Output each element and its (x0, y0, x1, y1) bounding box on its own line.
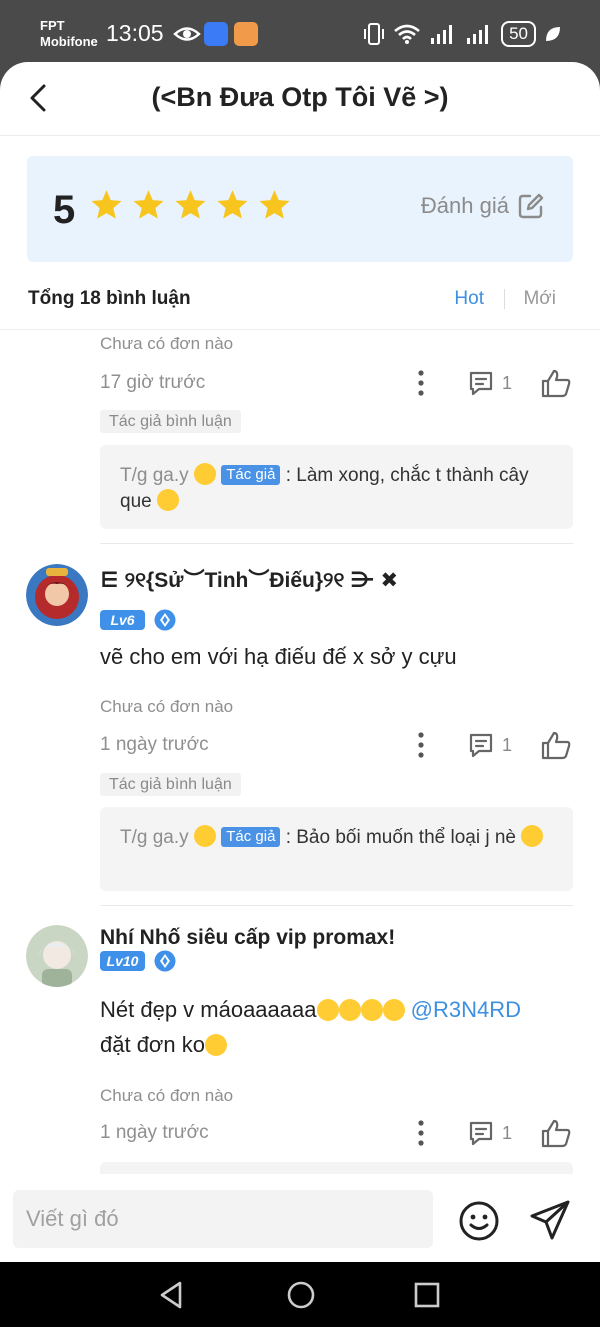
order-status: Chưa có đơn nào (100, 1086, 234, 1105)
thumbs-up-icon[interactable] (540, 1118, 572, 1148)
comment-meta-row: 17 giờ trước 1 (100, 366, 575, 402)
signal-icon-1 (431, 25, 453, 44)
rate-button[interactable]: Đánh giá (421, 192, 545, 220)
comments-total: Tổng 18 bình luận (28, 288, 191, 309)
thumbs-up-icon[interactable] (540, 368, 572, 398)
emoji-heart-eyes (316, 999, 339, 1021)
tab-new[interactable]: Mới (523, 288, 556, 310)
eye-icon (173, 27, 201, 41)
reply-count: 1 (502, 734, 513, 755)
nav-home-icon[interactable] (286, 1280, 316, 1310)
author-tag: Tác giả (221, 827, 281, 847)
star-icon (133, 190, 164, 219)
emoji-yum (193, 463, 216, 485)
rating-stars (89, 188, 292, 223)
emoji-crying (156, 489, 179, 511)
comment-text: Nét đẹp v máoaaaaaa @R3N4RD đặt đơn ko (100, 997, 521, 1057)
emoji-heart-eyes (338, 999, 361, 1021)
comment-time: 1 ngày trước (100, 734, 209, 755)
app-notification-icon (204, 22, 228, 46)
clock: 13:05 (106, 20, 164, 46)
comments-sheet: (<Bn Đưa Otp Tôi Vẽ >) 5 Đánh giá Tổng 1… (0, 62, 600, 1262)
avatar[interactable] (26, 564, 88, 626)
reply-count-button[interactable]: 1 (468, 1120, 512, 1146)
comment-feed[interactable]: Chưa có đơn nào 17 giờ trước 1 Tác giả b… (0, 330, 600, 1174)
comment-time: 1 ngày trước (100, 1122, 209, 1143)
signal-icon-2 (467, 25, 489, 44)
author-comment-badge: Tác giả bình luận (100, 410, 241, 433)
leaf-icon (546, 27, 560, 41)
reply-author: T/g ga.y (120, 465, 189, 486)
avatar[interactable] (26, 925, 88, 987)
rating-card: 5 Đánh giá (27, 156, 573, 262)
shield-icon (154, 609, 176, 631)
page-title: (<Bn Đưa Otp Tôi Vẽ >) (151, 82, 449, 112)
back-button[interactable] (18, 78, 58, 118)
divider (100, 543, 573, 544)
rate-label: Đánh giá (420, 193, 509, 218)
comments-tabs-row: Tổng 18 bình luận Hot Mới (0, 280, 600, 330)
send-icon[interactable] (528, 1198, 572, 1242)
star-icon (175, 190, 206, 219)
star-icon (217, 190, 248, 219)
order-status: Chưa có đơn nào (100, 697, 234, 716)
chevron-left-icon (30, 84, 46, 112)
heart-app-icon (234, 22, 258, 46)
reply-count: 1 (502, 1122, 513, 1143)
star-icon (91, 190, 122, 219)
comment-meta-row: 1 ngày trước 1 (100, 728, 575, 764)
status-bar: FPT Mobifone 13:05 50 (0, 0, 600, 64)
divider (100, 905, 573, 906)
wifi-icon (394, 24, 420, 44)
edit-icon (518, 193, 544, 219)
reply-text: : Bảo bối muốn thể loại j nè (285, 827, 516, 848)
carrier: FPT Mobifone (40, 18, 98, 49)
author-comment-badge: Tác giả bình luận (100, 773, 241, 796)
order-status: Chưa có đơn nào (100, 334, 234, 353)
emoji-icon[interactable] (458, 1200, 500, 1242)
author-reply[interactable]: T/g ga.y Tác giả : Bảo bối muốn thể loại… (100, 807, 573, 891)
more-icon[interactable] (412, 730, 430, 760)
comment-text: vẽ cho em với hạ điếu đế x sở y cựu (100, 644, 457, 669)
emoji-grin (204, 1034, 227, 1056)
tab-separator (504, 289, 505, 309)
comment-meta-row: 1 ngày trước 1 (100, 1116, 575, 1152)
status-indicators: 50 (363, 20, 562, 48)
nav-recents-icon[interactable] (414, 1282, 440, 1308)
user-mention[interactable]: @R3N4RD (411, 997, 521, 1022)
comment-icon (469, 371, 493, 396)
comment-input[interactable] (13, 1190, 433, 1248)
emoji-heart-eyes (360, 999, 383, 1021)
level-badge: Lv6 (100, 610, 145, 630)
author-tag: Tác giả (221, 465, 281, 485)
reply-count-button[interactable]: 1 (468, 732, 512, 758)
author-reply[interactable]: T/g ga.y Tác giả : Làm xong, chắc t thàn… (100, 445, 573, 529)
battery-indicator: 50 (501, 21, 536, 47)
author-reply[interactable] (100, 1162, 573, 1174)
emoji-yum (193, 825, 216, 847)
more-icon[interactable] (412, 368, 430, 398)
comment-icon (469, 1121, 493, 1146)
nav-back-icon[interactable] (158, 1280, 186, 1310)
thumbs-up-icon[interactable] (540, 730, 572, 760)
system-nav-bar (0, 1262, 600, 1327)
star-icon (259, 190, 290, 219)
comment-time: 17 giờ trước (100, 372, 206, 393)
shield-icon (154, 950, 176, 972)
emoji-heart-eyes (382, 999, 405, 1021)
header: (<Bn Đưa Otp Tôi Vẽ >) (0, 62, 600, 136)
rating-score: 5 (53, 188, 76, 232)
reply-count-button[interactable]: 1 (468, 370, 512, 396)
comment-composer (0, 1174, 600, 1262)
level-badge: Lv10 (100, 951, 145, 971)
username[interactable]: Nhí Nhố siêu cấp vip promax! (100, 926, 395, 950)
emoji-kiss (521, 825, 544, 847)
username[interactable]: ⋿ ୨୧{Sử︶Tinh︶Điếu}୨୧ ⋺ ✖ (100, 564, 398, 594)
tab-hot[interactable]: Hot (454, 288, 484, 310)
reply-count: 1 (502, 372, 513, 393)
more-icon[interactable] (412, 1118, 430, 1148)
reply-author: T/g ga.y (120, 827, 189, 848)
vibrate-icon (364, 23, 385, 45)
comment-icon (469, 733, 493, 758)
